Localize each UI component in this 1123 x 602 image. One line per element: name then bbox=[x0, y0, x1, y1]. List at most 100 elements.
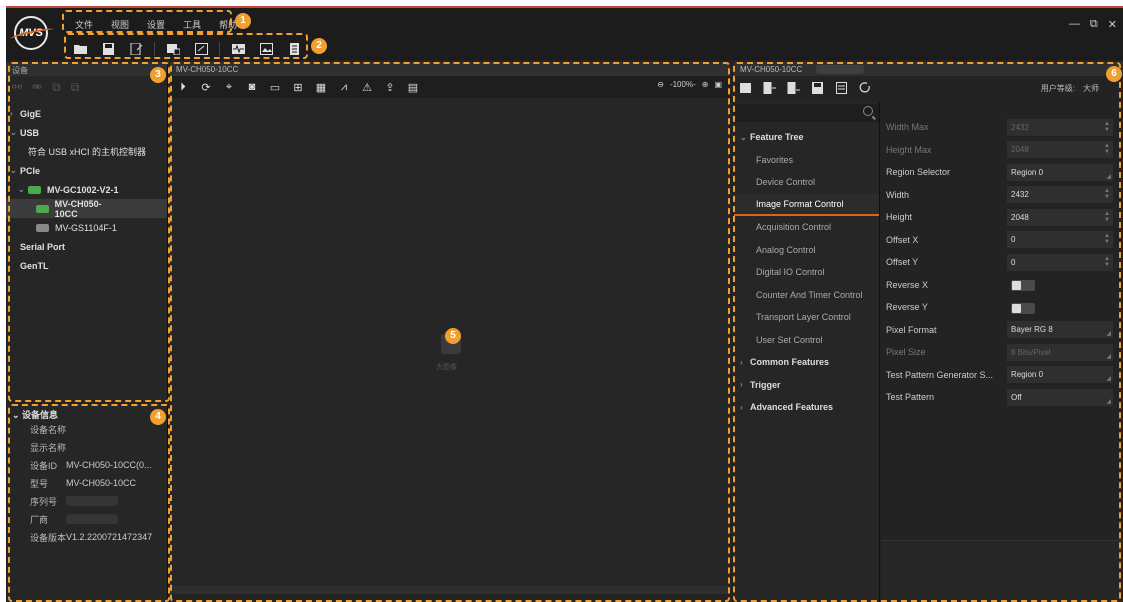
menu-view[interactable]: 视图 bbox=[104, 16, 136, 34]
device-tree-item[interactable]: ⌄ MV-GC1002-V2-1 bbox=[6, 180, 167, 199]
minimize-icon[interactable]: — bbox=[1069, 18, 1080, 31]
import-params-icon[interactable] bbox=[786, 82, 800, 94]
property-name: Height Max bbox=[886, 144, 932, 155]
device-tree-item[interactable]: GenTL bbox=[6, 256, 167, 275]
menu-settings[interactable]: 设置 bbox=[140, 16, 172, 34]
feature-tree-item[interactable]: User Set Control bbox=[734, 329, 879, 352]
feature-tree-item[interactable]: Digital IO Control bbox=[734, 261, 879, 284]
feature-tree-item[interactable]: Transport Layer Control bbox=[734, 306, 879, 329]
save-params-icon[interactable] bbox=[810, 82, 824, 94]
property-combobox[interactable]: Off ◢ bbox=[1007, 388, 1113, 406]
toggle-switch[interactable] bbox=[1011, 280, 1035, 292]
property-row: Pixel Format Bayer RG 8 ◢ bbox=[882, 319, 1123, 342]
save-as-icon[interactable] bbox=[126, 41, 146, 57]
device-tree-item[interactable]: › GigE bbox=[6, 104, 167, 123]
feature-tree-item[interactable]: › Common Features bbox=[734, 351, 879, 374]
image-export-icon[interactable] bbox=[256, 41, 276, 57]
toggle-switch[interactable] bbox=[1011, 302, 1035, 314]
device-tree-item[interactable]: MV-GS1104F-1 bbox=[6, 218, 167, 237]
restore-icon[interactable]: ⧉ bbox=[1090, 18, 1098, 31]
feature-tree-item[interactable]: Image Format Control bbox=[734, 193, 879, 216]
single-capture-icon[interactable]: ⟳ bbox=[199, 80, 213, 94]
blurred-serial bbox=[129, 203, 167, 214]
save-image-icon[interactable]: ▤ bbox=[406, 80, 420, 94]
unlink-icon[interactable]: ⚮ bbox=[32, 80, 42, 94]
spin-arrows-icon: ▲ ▼ bbox=[1104, 143, 1110, 156]
property-name: Region Selector bbox=[886, 167, 951, 178]
property-name: Offset X bbox=[886, 234, 919, 245]
chevron-down-icon[interactable]: ⌄ bbox=[10, 128, 20, 137]
histogram-icon[interactable]: ⩘ bbox=[337, 80, 351, 94]
grid-icon[interactable]: ▦ bbox=[314, 80, 328, 94]
waveform-icon[interactable] bbox=[228, 41, 248, 57]
split-view-icon[interactable]: ⊞ bbox=[291, 80, 305, 94]
property-spinbox[interactable]: 0 ▲ ▼ bbox=[1007, 253, 1113, 271]
device-tree-item[interactable]: ⌄ USB bbox=[6, 123, 167, 142]
property-toggle[interactable] bbox=[1007, 299, 1113, 316]
feature-tree-item[interactable]: Acquisition Control bbox=[734, 216, 879, 239]
annotation-badge-1: 1 bbox=[235, 13, 251, 29]
device-info-title[interactable]: ⌄ 设备信息 bbox=[6, 404, 167, 420]
device-tree-item[interactable]: Serial Port bbox=[6, 237, 167, 256]
device-tree-item[interactable]: ⌄ PCIe bbox=[6, 161, 167, 180]
property-combobox[interactable]: Region 0 ◢ bbox=[1007, 366, 1113, 384]
property-spinbox[interactable]: 2432 ▲ ▼ bbox=[1007, 186, 1113, 204]
save-icon[interactable] bbox=[98, 41, 118, 57]
property-spinbox[interactable]: 2048 ▲ ▼ bbox=[1007, 208, 1113, 226]
record-icon[interactable]: ▭ bbox=[268, 80, 282, 94]
device-tree-item[interactable]: 符合 USB xHCI 的主机控制器 bbox=[6, 142, 167, 161]
property-name: Width bbox=[886, 189, 910, 200]
device-tree-item[interactable]: MV-CH050-10CC bbox=[6, 199, 167, 219]
property-combobox[interactable]: Bayer RG 8 ◢ bbox=[1007, 321, 1113, 339]
focus-icon[interactable]: ⌖ bbox=[222, 80, 236, 94]
property-name: Reverse Y bbox=[886, 302, 928, 313]
app-header: MVS 文件 视图 设置 工具 帮助 — ⧉ ✕ bbox=[6, 6, 1123, 60]
device-tree: › GigE ⌄ USB 符合 USB xHCI 的主机控制器 ⌄ PCIe ⌄ MV-GC10… bbox=[6, 98, 167, 275]
upload-icon[interactable]: ⇪ bbox=[383, 80, 397, 94]
property-toggle[interactable] bbox=[1007, 276, 1113, 293]
play-icon[interactable]: ⏵ bbox=[176, 80, 190, 94]
blurred-value bbox=[66, 496, 118, 506]
copy-disabled-icon[interactable]: ⧉ bbox=[71, 80, 80, 95]
property-value: 8 Bits/Pixel bbox=[1011, 347, 1051, 357]
feature-tree-item[interactable]: ⌄ Feature Tree bbox=[734, 126, 879, 149]
fit-window-icon[interactable]: ▣ bbox=[714, 80, 722, 89]
link-icon[interactable]: ⚯ bbox=[12, 80, 22, 94]
chevron-down-icon[interactable]: ⌄ bbox=[18, 185, 28, 194]
copy-icon[interactable]: ⧉ bbox=[52, 80, 61, 95]
device-panel-title: 设备 bbox=[6, 62, 167, 76]
load-params-icon[interactable] bbox=[834, 82, 848, 94]
refresh-icon[interactable] bbox=[858, 82, 872, 94]
property-combobox[interactable]: Region 0 ◢ bbox=[1007, 163, 1113, 181]
feature-search-input[interactable] bbox=[734, 104, 879, 122]
export-params-icon[interactable] bbox=[762, 82, 776, 94]
list-view-icon[interactable] bbox=[738, 82, 752, 94]
zoom-in-icon[interactable]: ⊕ bbox=[702, 80, 709, 89]
close-icon[interactable]: ✕ bbox=[1108, 18, 1117, 31]
feature-tree-item[interactable]: Device Control bbox=[734, 171, 879, 194]
menu-tools[interactable]: 工具 bbox=[176, 16, 208, 34]
document-icon[interactable] bbox=[284, 41, 304, 57]
import-icon[interactable] bbox=[163, 41, 183, 57]
user-level[interactable]: 用户等级: 大师 bbox=[1033, 83, 1099, 94]
feature-tree-item[interactable]: Favorites bbox=[734, 149, 879, 172]
feature-tree-item[interactable]: Analog Control bbox=[734, 239, 879, 262]
feature-tree-item[interactable]: › Trigger bbox=[734, 374, 879, 397]
camera-icon[interactable]: ◙ bbox=[245, 80, 259, 94]
chevron-down-icon[interactable]: ⌄ bbox=[10, 166, 20, 175]
user-level-value: 大师 bbox=[1083, 84, 1099, 93]
feature-tree-item[interactable]: Counter And Timer Control bbox=[734, 284, 879, 307]
horizontal-scrollbar[interactable] bbox=[170, 586, 730, 594]
chevron-right-icon[interactable]: › bbox=[10, 109, 20, 118]
spin-arrows-icon: ▲ ▼ bbox=[1104, 255, 1110, 268]
property-spinbox[interactable]: 0 ▲ ▼ bbox=[1007, 231, 1113, 249]
feature-tree-item[interactable]: › Advanced Features bbox=[734, 396, 879, 419]
menu-bar: 文件 视图 设置 工具 帮助 bbox=[68, 16, 244, 34]
open-folder-icon[interactable] bbox=[70, 41, 90, 57]
zoom-out-icon[interactable]: ⊖ bbox=[657, 80, 664, 89]
search-icon bbox=[863, 106, 873, 116]
image-canvas[interactable]: 大图像 bbox=[170, 98, 730, 594]
menu-file[interactable]: 文件 bbox=[68, 16, 100, 34]
warning-icon[interactable]: ⚠ bbox=[360, 80, 374, 94]
fullscreen-icon[interactable] bbox=[191, 41, 211, 57]
